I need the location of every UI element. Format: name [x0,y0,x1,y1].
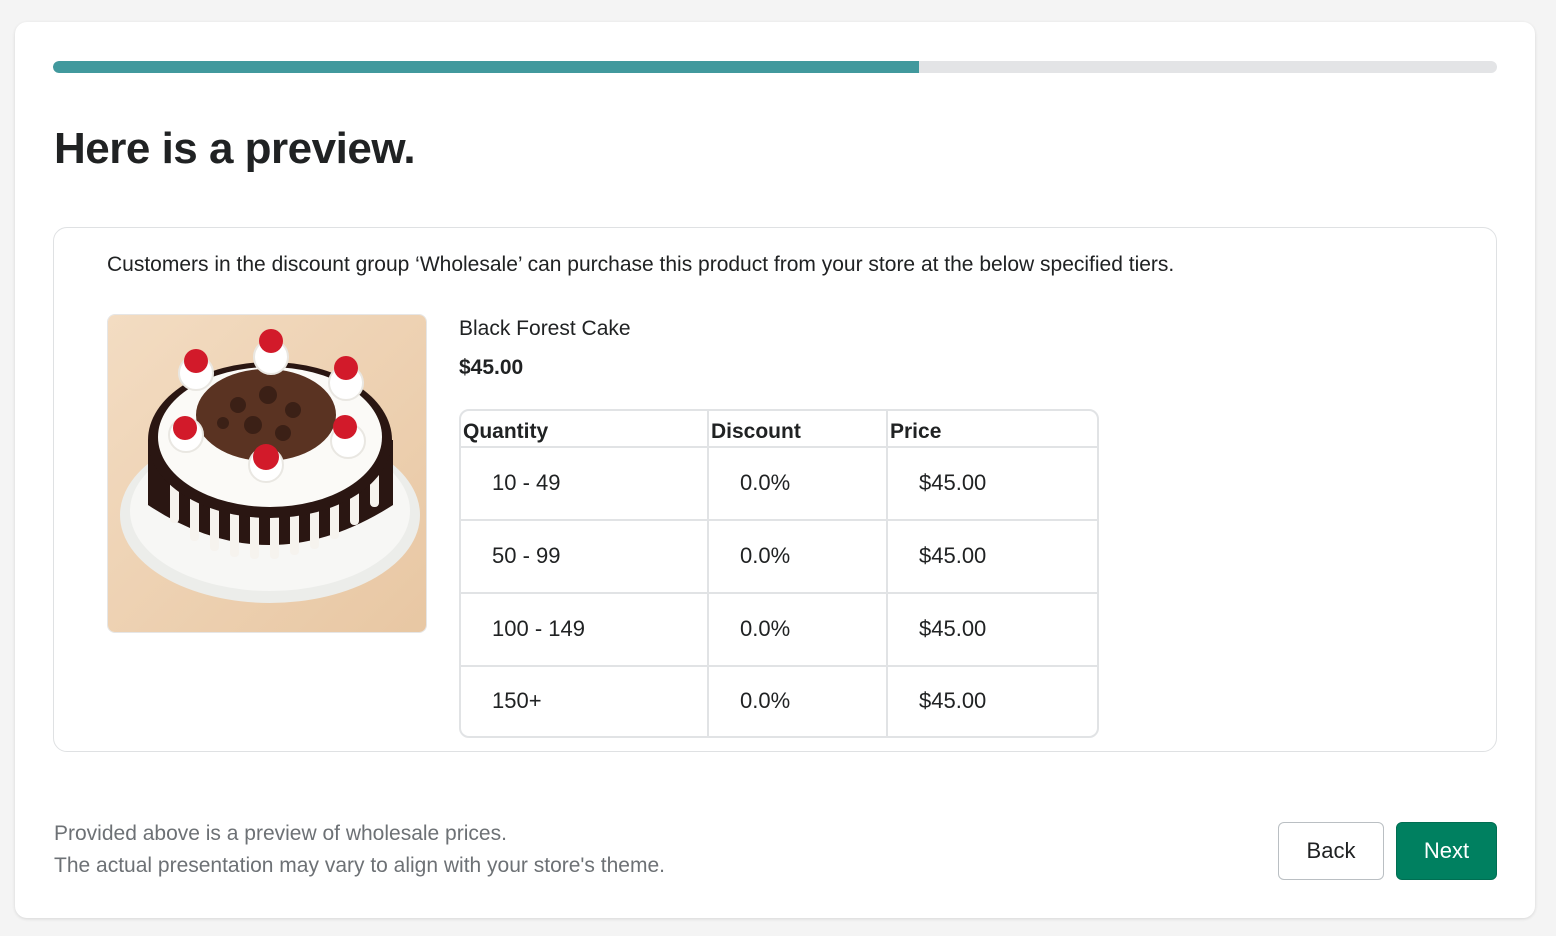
price-cell: $45.00 [886,518,1097,594]
table-row: 50 - 99 0.0% $45.00 [461,518,1097,594]
discount-cell: 0.0% [707,591,888,667]
product-name: Black Forest Cake [459,317,631,340]
product-price: $45.00 [459,356,524,379]
page-title: Here is a preview. [54,124,416,173]
discount-cell: 0.0% [707,446,888,521]
table-row: 150+ 0.0% $45.00 [461,664,1097,736]
progress-fill [53,61,920,73]
preview-intro-text: Customers in the discount group ‘Wholesa… [107,253,1175,276]
cake-illustration [108,315,426,632]
discount-cell: 0.0% [707,664,888,736]
quantity-cell: 50 - 99 [461,518,709,594]
price-cell: $45.00 [886,446,1097,521]
footer-note-line-2: The actual presentation may vary to alig… [54,854,665,877]
back-button[interactable]: Back [1278,822,1384,880]
onboarding-card: Here is a preview. Customers in the disc… [15,22,1535,918]
quantity-cell: 10 - 49 [461,446,709,521]
table-header-row: Quantity Discount Price [461,411,1097,448]
table-row: 100 - 149 0.0% $45.00 [461,591,1097,667]
table-row: 10 - 49 0.0% $45.00 [461,446,1097,521]
column-header-discount: Discount [707,411,888,448]
column-header-quantity: Quantity [461,411,709,448]
discount-cell: 0.0% [707,518,888,594]
preview-panel: Customers in the discount group ‘Wholesa… [53,227,1497,752]
footer-note: Provided above is a preview of wholesale… [54,818,665,882]
price-cell: $45.00 [886,591,1097,667]
progress-bar [53,61,1497,73]
price-cell: $45.00 [886,664,1097,736]
product-image [107,314,427,633]
pricing-tier-table: Quantity Discount Price 10 - 49 0.0% $45… [459,409,1099,738]
quantity-cell: 150+ [461,664,709,736]
column-header-price: Price [886,411,1097,448]
quantity-cell: 100 - 149 [461,591,709,667]
footer-note-line-1: Provided above is a preview of wholesale… [54,822,507,845]
next-button[interactable]: Next [1396,822,1497,880]
